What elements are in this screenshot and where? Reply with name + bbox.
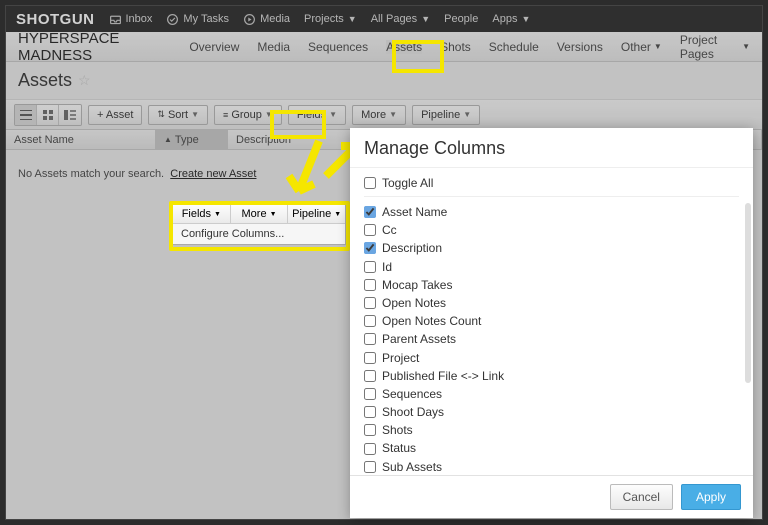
submenu-pipeline-label: Pipeline	[292, 208, 331, 220]
option-label: Parent Assets	[382, 331, 456, 347]
panel-footer: Cancel Apply	[350, 475, 753, 518]
option-checkbox[interactable]	[364, 370, 376, 382]
option-row[interactable]: Parent Assets	[364, 330, 739, 348]
option-label: Open Notes Count	[382, 313, 481, 329]
option-label: Mocap Takes	[382, 277, 452, 293]
options-list: Asset Name Cc Description Id Mocap Takes Open…	[364, 203, 739, 475]
option-checkbox[interactable]	[364, 388, 376, 400]
option-row[interactable]: Open Notes	[364, 294, 739, 312]
option-checkbox[interactable]	[364, 279, 376, 291]
chevron-down-icon: ▼	[334, 211, 341, 218]
option-checkbox[interactable]	[364, 443, 376, 455]
option-row[interactable]: Id	[364, 258, 739, 276]
option-checkbox[interactable]	[364, 352, 376, 364]
option-label: Asset Name	[382, 204, 447, 220]
option-checkbox[interactable]	[364, 261, 376, 273]
option-label: Description	[382, 240, 442, 256]
option-label: Sequences	[382, 386, 442, 402]
submenu-pipeline[interactable]: Pipeline ▼	[288, 205, 345, 223]
option-row[interactable]: Shoot Days	[364, 403, 739, 421]
app-frame: SHOTGUN Inbox My Tasks Media Projects▼ A…	[5, 5, 763, 520]
option-label: Sub Assets	[382, 459, 442, 475]
submenu-configure[interactable]: Configure Columns...	[173, 224, 345, 244]
chevron-down-icon: ▼	[214, 211, 221, 218]
chevron-down-icon: ▼	[270, 211, 277, 218]
option-row[interactable]: Sequences	[364, 385, 739, 403]
cancel-button[interactable]: Cancel	[610, 484, 673, 510]
option-label: Status	[382, 440, 416, 456]
option-row[interactable]: Project	[364, 349, 739, 367]
option-checkbox[interactable]	[364, 297, 376, 309]
submenu-more-label: More	[242, 208, 267, 220]
panel-title: Manage Columns	[350, 128, 753, 167]
option-row[interactable]: Description	[364, 239, 739, 257]
option-checkbox[interactable]	[364, 206, 376, 218]
option-label: Shoot Days	[382, 404, 444, 420]
toggle-all-row[interactable]: Toggle All	[364, 168, 739, 197]
option-label: Project	[382, 350, 419, 366]
option-checkbox[interactable]	[364, 242, 376, 254]
option-row[interactable]: Cc	[364, 221, 739, 239]
option-label: Shots	[382, 422, 413, 438]
option-row[interactable]: Asset Name	[364, 203, 739, 221]
option-checkbox[interactable]	[364, 424, 376, 436]
option-checkbox[interactable]	[364, 461, 376, 473]
option-label: Open Notes	[382, 295, 446, 311]
option-label: Id	[382, 259, 392, 275]
toggle-all-checkbox[interactable]	[364, 177, 376, 189]
fields-submenu: Fields ▼ More ▼ Pipeline ▼ Configure Col…	[172, 204, 346, 245]
toggle-all-label: Toggle All	[382, 176, 433, 190]
submenu-more[interactable]: More ▼	[231, 205, 289, 223]
option-checkbox[interactable]	[364, 406, 376, 418]
option-checkbox[interactable]	[364, 224, 376, 236]
scrollbar[interactable]	[745, 203, 751, 383]
option-checkbox[interactable]	[364, 315, 376, 327]
option-row[interactable]: Mocap Takes	[364, 276, 739, 294]
option-row[interactable]: Shots	[364, 421, 739, 439]
option-row[interactable]: Status	[364, 439, 739, 457]
option-row[interactable]: Sub Assets	[364, 458, 739, 475]
panel-body: Toggle All Asset Name Cc Description Id Moca…	[350, 167, 753, 475]
option-label: Cc	[382, 222, 397, 238]
submenu-fields[interactable]: Fields ▼	[173, 205, 231, 223]
apply-button[interactable]: Apply	[681, 484, 741, 510]
option-label: Published File <-> Link	[382, 368, 504, 384]
option-row[interactable]: Open Notes Count	[364, 312, 739, 330]
option-row[interactable]: Published File <-> Link	[364, 367, 739, 385]
submenu-row: Fields ▼ More ▼ Pipeline ▼	[173, 205, 345, 224]
submenu-fields-label: Fields	[182, 208, 211, 220]
option-checkbox[interactable]	[364, 333, 376, 345]
manage-columns-panel: Manage Columns Toggle All Asset Name Cc De…	[350, 128, 753, 518]
